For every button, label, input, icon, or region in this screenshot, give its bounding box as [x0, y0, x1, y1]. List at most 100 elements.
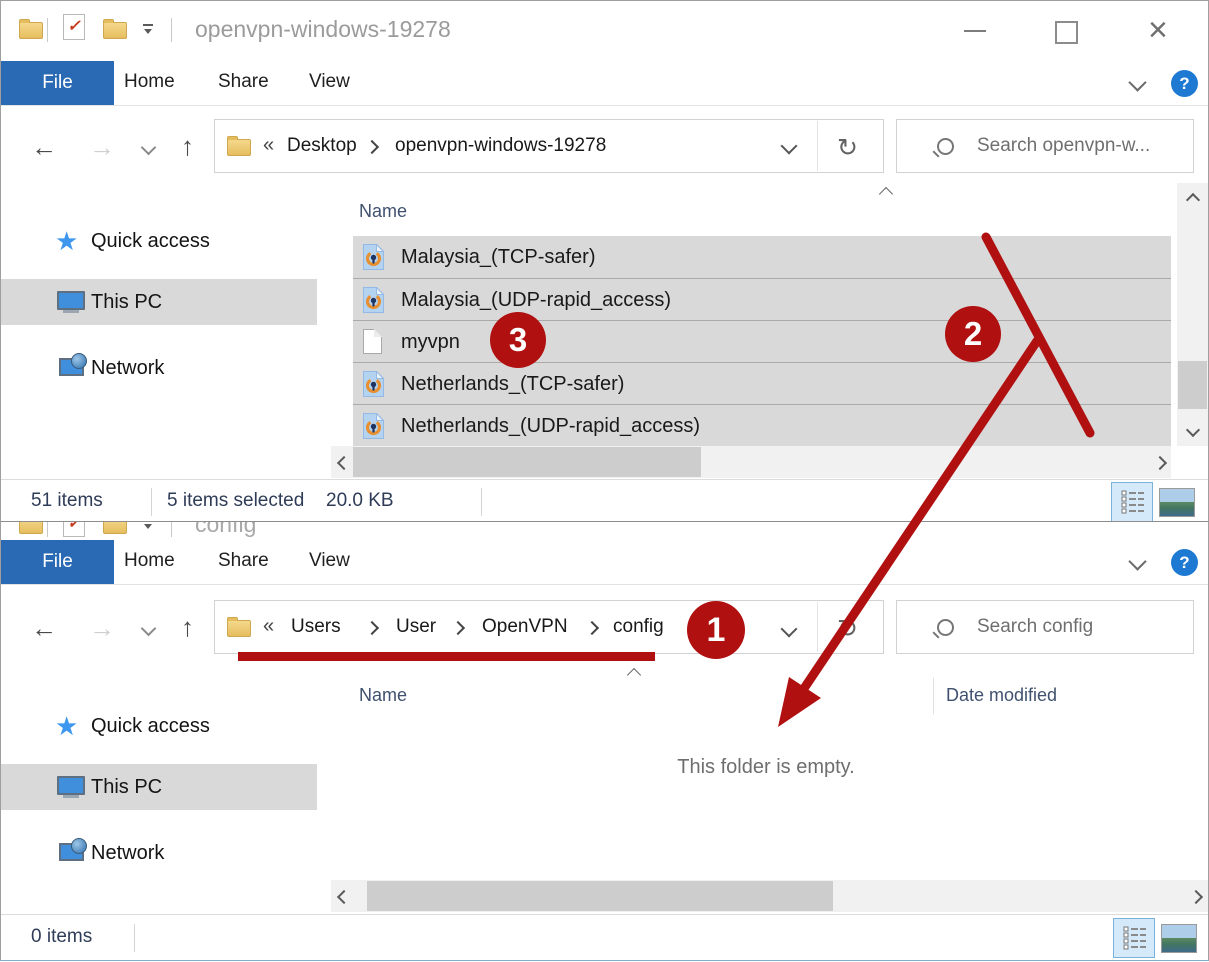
thumbnail-view-button[interactable]	[1159, 488, 1195, 517]
column-divider[interactable]	[933, 678, 934, 714]
qat-separator	[47, 522, 48, 537]
sidebar-item-label: Network	[91, 830, 164, 876]
search-placeholder: Search config	[977, 601, 1093, 653]
file-row[interactable]: Malaysia_(UDP-rapid_access)	[353, 278, 1171, 320]
scroll-left-icon[interactable]	[337, 456, 351, 470]
this-pc-icon-stand	[63, 795, 79, 798]
minimize-icon[interactable]	[964, 30, 986, 32]
details-view-button[interactable]	[1113, 918, 1155, 958]
crumb-separator-icon[interactable]	[451, 621, 465, 635]
crumb-separator-icon[interactable]	[365, 621, 379, 635]
plain-file-icon	[363, 329, 382, 354]
expand-ribbon-icon[interactable]	[1128, 552, 1146, 570]
sidebar-item-this-pc[interactable]: This PC	[1, 764, 317, 810]
scroll-left-icon[interactable]	[337, 890, 351, 904]
sidebar-item-quick-access[interactable]: ★ Quick access	[1, 218, 317, 264]
title-bar-clipped: ✓ config	[1, 522, 1208, 538]
back-icon[interactable]: ←	[31, 134, 57, 160]
status-separator	[134, 924, 135, 952]
tab-home[interactable]: Home	[124, 59, 175, 105]
expand-ribbon-icon[interactable]	[1128, 73, 1146, 91]
address-bar[interactable]: « Desktop openvpn-windows-19278 ↻	[214, 119, 884, 173]
breadcrumb-overflow-icon[interactable]: «	[263, 601, 274, 653]
breadcrumb-item[interactable]: config	[613, 601, 664, 653]
tab-file[interactable]: File	[1, 61, 114, 105]
scroll-down-icon[interactable]	[1186, 423, 1200, 437]
address-dropdown-icon[interactable]	[781, 621, 798, 638]
close-icon[interactable]: ×	[1148, 13, 1168, 47]
refresh-icon[interactable]: ↻	[837, 133, 858, 163]
scrollbar-thumb[interactable]	[353, 447, 701, 477]
details-view-button[interactable]	[1111, 482, 1153, 522]
crumb-separator-icon[interactable]	[585, 621, 599, 635]
status-item-count: 0 items	[31, 926, 92, 948]
crumb-separator-icon[interactable]	[365, 140, 379, 154]
horizontal-scrollbar[interactable]	[331, 880, 1208, 912]
horizontal-scrollbar[interactable]	[331, 446, 1171, 478]
breadcrumb-item[interactable]: Users	[291, 601, 341, 653]
sidebar-item-quick-access[interactable]: ★ Quick access	[1, 703, 317, 749]
address-bar[interactable]: « Users User OpenVPN config ↻	[214, 600, 884, 654]
column-header-date-modified[interactable]: Date modified	[946, 685, 1057, 706]
help-icon[interactable]: ?	[1171, 70, 1198, 97]
properties-check-icon[interactable]: ✓	[63, 14, 85, 40]
tab-view[interactable]: View	[309, 538, 350, 584]
qat-separator	[47, 18, 48, 42]
tab-file[interactable]: File	[1, 540, 114, 584]
breadcrumb-item[interactable]: openvpn-windows-19278	[395, 120, 606, 172]
check-glyph: ✓	[67, 18, 80, 35]
sidebar-item-this-pc[interactable]: This PC	[1, 279, 317, 325]
scrollbar-thumb[interactable]	[367, 881, 833, 911]
file-name: Malaysia_(UDP-rapid_access)	[401, 279, 671, 321]
tab-view[interactable]: View	[309, 59, 350, 105]
new-folder-icon	[103, 522, 127, 534]
back-icon[interactable]: ←	[31, 615, 57, 641]
column-header-name[interactable]: Name	[359, 201, 407, 222]
qat-customize-dropdown-icon[interactable]	[142, 24, 154, 35]
breadcrumb-item[interactable]: Desktop	[287, 120, 357, 172]
scroll-up-icon[interactable]	[1186, 193, 1200, 207]
sidebar-item-network[interactable]: Network	[1, 830, 317, 876]
vertical-scrollbar[interactable]	[1177, 183, 1208, 446]
file-row[interactable]: Netherlands_(UDP-rapid_access)	[353, 404, 1171, 446]
column-header-name[interactable]: Name	[359, 685, 407, 706]
breadcrumb-overflow-icon[interactable]: «	[263, 120, 274, 172]
search-box[interactable]: Search openvpn-w...	[896, 119, 1194, 173]
scroll-right-icon[interactable]	[1189, 890, 1203, 904]
qat-separator	[171, 18, 172, 42]
maximize-icon[interactable]	[1055, 21, 1078, 44]
breadcrumb-item[interactable]: User	[396, 601, 436, 653]
explorer-folder-icon	[19, 22, 43, 39]
explorer-window-destination: ✓ config File Home Share View ? ← → ↑ « …	[0, 521, 1209, 961]
breadcrumb-item[interactable]: OpenVPN	[482, 601, 568, 653]
openvpn-file-icon	[363, 413, 384, 444]
quick-access-star-icon: ★	[55, 711, 78, 741]
address-dropdown-icon[interactable]	[781, 138, 798, 155]
window-title: openvpn-windows-19278	[195, 16, 451, 43]
forward-icon: →	[89, 615, 115, 641]
up-icon[interactable]: ↑	[181, 614, 194, 640]
thumbnail-view-button[interactable]	[1161, 924, 1197, 953]
status-bar: 0 items	[1, 914, 1208, 960]
help-icon[interactable]: ?	[1171, 549, 1198, 576]
sidebar-item-label: This PC	[91, 279, 162, 325]
openvpn-file-icon	[363, 287, 384, 318]
up-icon[interactable]: ↑	[181, 133, 194, 159]
scrollbar-thumb[interactable]	[1178, 361, 1207, 409]
file-row[interactable]: Malaysia_(TCP-safer)	[353, 236, 1171, 278]
tab-share[interactable]: Share	[218, 538, 269, 584]
window-title: config	[195, 522, 256, 538]
tab-share[interactable]: Share	[218, 59, 269, 105]
scroll-right-icon[interactable]	[1153, 456, 1167, 470]
sidebar-item-network[interactable]: Network	[1, 345, 317, 391]
sidebar-item-label: Network	[91, 345, 164, 391]
search-box[interactable]: Search config	[896, 600, 1194, 654]
file-row[interactable]: Netherlands_(TCP-safer)	[353, 362, 1171, 404]
recent-locations-icon[interactable]	[141, 621, 157, 637]
new-folder-icon[interactable]	[103, 22, 127, 39]
file-row[interactable]: myvpn	[353, 320, 1171, 362]
recent-locations-icon[interactable]	[141, 140, 157, 156]
file-name: Malaysia_(TCP-safer)	[401, 236, 595, 278]
tab-home[interactable]: Home	[124, 538, 175, 584]
refresh-icon[interactable]: ↻	[837, 614, 858, 644]
